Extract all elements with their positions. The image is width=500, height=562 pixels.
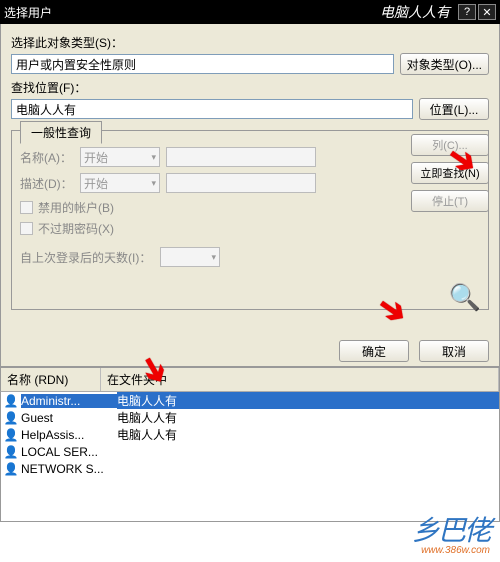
chevron-down-icon: ▾ — [151, 152, 156, 163]
dialog-body: 选择此对象类型(S)： 对象类型(O)... 查找位置(F)： 位置(L)...… — [0, 24, 500, 367]
results-list[interactable]: 👤Administr...电脑人人有👤Guest电脑人人有👤HelpAssis.… — [0, 392, 500, 522]
cell-folder: 电脑人人有 — [117, 392, 499, 409]
cell-folder: 电脑人人有 — [117, 409, 499, 426]
right-button-column: 列(C)... 立即查找(N) 停止(T) — [411, 134, 489, 212]
table-row[interactable]: 👤Administr...电脑人人有 — [1, 392, 499, 409]
name-combo[interactable]: 开始▾ — [80, 147, 160, 167]
objtype-button[interactable]: 对象类型(O)... — [400, 53, 489, 75]
location-label: 查找位置(F)： — [11, 79, 489, 96]
find-now-button[interactable]: 立即查找(N) — [411, 162, 489, 184]
disabled-accounts-checkbox[interactable] — [20, 201, 33, 214]
titlebar: 选择用户 电脑人人有 ? ✕ — [0, 0, 500, 24]
ok-button[interactable]: 确定 — [339, 340, 409, 362]
watermark-main: 乡巴佬 — [412, 515, 490, 546]
noexpire-password-checkbox[interactable] — [20, 222, 33, 235]
objtype-label: 选择此对象类型(S)： — [11, 34, 489, 51]
name-input[interactable] — [166, 147, 316, 167]
window-title: 选择用户 — [4, 4, 380, 21]
table-row[interactable]: 👤Guest电脑人人有 — [1, 409, 499, 426]
table-row[interactable]: 👤LOCAL SER... — [1, 443, 499, 460]
close-button[interactable]: ✕ — [478, 4, 496, 20]
cell-rdn: LOCAL SER... — [21, 445, 117, 459]
chevron-down-icon: ▾ — [211, 252, 216, 263]
days-since-login-label: 自上次登录后的天数(I)： — [20, 249, 160, 266]
location-input[interactable] — [11, 99, 413, 119]
noexpire-password-label: 不过期密码(X) — [38, 220, 114, 237]
user-icon: 👤 — [3, 462, 19, 476]
columns-button[interactable]: 列(C)... — [411, 134, 489, 156]
table-row[interactable]: 👤HelpAssis...电脑人人有 — [1, 426, 499, 443]
user-icon: 👤 — [3, 445, 19, 459]
cell-rdn: Administr... — [21, 394, 117, 408]
stop-button[interactable]: 停止(T) — [411, 190, 489, 212]
cell-folder: 电脑人人有 — [117, 426, 499, 443]
user-icon: 👤 — [3, 394, 19, 408]
results-header: 名称 (RDN) 在文件夹中 — [0, 367, 500, 392]
desc-input[interactable] — [166, 173, 316, 193]
col-header-folder[interactable]: 在文件夹中 — [101, 368, 499, 391]
chevron-down-icon: ▾ — [151, 178, 156, 189]
watermark-url: www.386w.com — [412, 545, 490, 556]
cell-rdn: Guest — [21, 411, 117, 425]
desc-combo[interactable]: 开始▾ — [80, 173, 160, 193]
user-icon: 👤 — [3, 411, 19, 425]
cancel-button[interactable]: 取消 — [419, 340, 489, 362]
tab-general-query[interactable]: 一般性查询 — [20, 121, 102, 144]
watermark: 乡巴佬 www.386w.com — [412, 509, 490, 556]
help-button[interactable]: ? — [458, 4, 476, 20]
table-row[interactable]: 👤NETWORK S... — [1, 460, 499, 477]
disabled-accounts-label: 禁用的帐户(B) — [38, 199, 114, 216]
name-label: 名称(A)： — [20, 149, 80, 166]
cell-rdn: NETWORK S... — [21, 462, 117, 476]
search-icon: 🔍 — [449, 282, 481, 313]
location-button[interactable]: 位置(L)... — [419, 98, 489, 120]
days-combo[interactable]: ▾ — [160, 247, 220, 267]
user-icon: 👤 — [3, 428, 19, 442]
brand-text: 电脑人人有 — [380, 2, 450, 22]
cell-rdn: HelpAssis... — [21, 428, 117, 442]
col-header-rdn[interactable]: 名称 (RDN) — [1, 368, 101, 391]
objtype-input[interactable] — [11, 54, 394, 74]
desc-label: 描述(D)： — [20, 175, 80, 192]
